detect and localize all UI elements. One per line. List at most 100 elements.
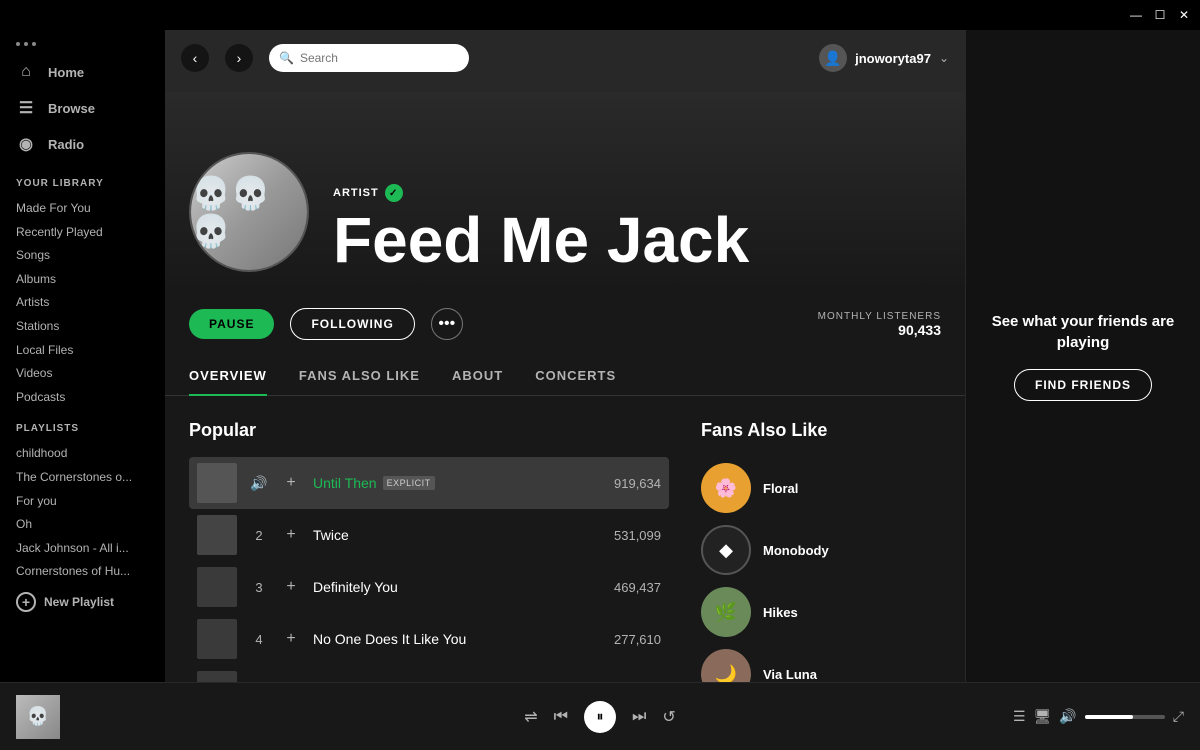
sidebar-item-albums[interactable]: Albums	[0, 266, 165, 290]
track-4-thumb	[197, 619, 237, 659]
next-button[interactable]: ⏭	[632, 708, 646, 726]
pause-button[interactable]: PAUSE	[189, 309, 274, 339]
new-playlist-button[interactable]: + New Playlist	[0, 582, 165, 622]
center-panel: ‹ › 🔍 👤 jnoworyta97 ⌄ 💀💀💀	[165, 30, 965, 682]
sidebar-item-recently-played[interactable]: Recently Played	[0, 219, 165, 243]
tab-fans-also-like[interactable]: FANS ALSO LIKE	[299, 356, 420, 395]
title-bar-controls[interactable]: — ☐ ✕	[1128, 7, 1192, 23]
expand-icon[interactable]: ⤢	[1173, 708, 1184, 725]
sidebar-item-made-for-you[interactable]: Made For You	[0, 195, 165, 219]
sidebar-item-radio[interactable]: ◉ Radio	[8, 126, 157, 162]
volume-bar[interactable]	[1085, 715, 1165, 719]
close-button[interactable]: ✕	[1176, 7, 1192, 23]
track-row[interactable]: 🔊 + Until Then EXPLICIT 919,634	[189, 457, 669, 509]
sidebar-playlist-jack-johnson[interactable]: Jack Johnson - All i...	[0, 535, 165, 559]
artist-label-text: ARTIST	[333, 187, 379, 199]
track-1-name-wrapper: Until Then EXPLICIT	[313, 475, 435, 491]
play-pause-button[interactable]: ⏸	[584, 701, 616, 733]
maximize-button[interactable]: ☐	[1152, 7, 1168, 23]
sidebar-playlist-for-you[interactable]: For you	[0, 488, 165, 512]
now-playing-center: ⇌ ⏮ ⏸ ⏭ ↺	[276, 701, 924, 733]
search-input[interactable]	[300, 51, 459, 65]
following-button[interactable]: FOLLOWING	[290, 308, 414, 340]
sidebar-item-local-files[interactable]: Local Files	[0, 337, 165, 361]
tab-about[interactable]: ABOUT	[452, 356, 503, 395]
fan-item-monobody[interactable]: ◆ Monobody	[701, 519, 941, 581]
track-1-num: 🔊	[249, 475, 269, 492]
dot2	[24, 42, 28, 46]
verified-mark: ✓	[389, 188, 398, 199]
track-2-thumb	[197, 515, 237, 555]
queue-icon[interactable]: ☰	[1013, 708, 1026, 725]
fan-item-hikes[interactable]: 🌿 Hikes	[701, 581, 941, 643]
repeat-button[interactable]: ↺	[662, 707, 675, 727]
now-playing-bar: 💀 ⇌ ⏮ ⏸ ⏭ ↺ ☰ 🖥 🔊 ⤢	[0, 682, 1200, 750]
back-button[interactable]: ‹	[181, 44, 209, 72]
main-area: ‹ › 🔍 👤 jnoworyta97 ⌄ 💀💀💀	[165, 30, 1200, 682]
track-2-add-button[interactable]: +	[281, 525, 301, 545]
previous-button[interactable]: ⏮	[554, 708, 568, 726]
artist-art: 💀💀💀	[191, 154, 307, 270]
shuffle-button[interactable]: ⇌	[524, 707, 537, 727]
user-area[interactable]: 👤 jnoworyta97 ⌄	[819, 44, 949, 72]
sidebar-item-videos[interactable]: Videos	[0, 360, 165, 384]
track-row[interactable]: 5 + Rosies 325,630	[189, 665, 669, 682]
sidebar-playlist-cornerstones[interactable]: The Cornerstones o...	[0, 464, 165, 488]
monitor-icon[interactable]: 🖥	[1034, 708, 1052, 725]
speaker-icon: 🔊	[250, 475, 267, 491]
sidebar-item-podcasts[interactable]: Podcasts	[0, 384, 165, 408]
sidebar-item-home[interactable]: ⌂ Home	[8, 54, 157, 90]
app-menu-dots[interactable]	[0, 30, 165, 54]
right-panel: See what your friends are playing FIND F…	[965, 30, 1200, 682]
volume-icon: 🔊	[1059, 708, 1076, 725]
title-bar: — ☐ ✕	[0, 0, 1200, 30]
chevron-down-icon: ⌄	[939, 51, 949, 65]
top-nav: ‹ › 🔍 👤 jnoworyta97 ⌄	[165, 30, 965, 86]
track-4-num: 4	[249, 632, 269, 647]
track-4-add-button[interactable]: +	[281, 629, 301, 649]
sidebar-playlist-cornerstones-hu[interactable]: Cornerstones of Hu...	[0, 558, 165, 582]
sidebar-playlist-childhood[interactable]: childhood	[0, 440, 165, 464]
dot3	[32, 42, 36, 46]
track-1-plays: 919,634	[614, 476, 661, 491]
tab-concerts[interactable]: CONCERTS	[535, 356, 616, 395]
browse-icon: ☰	[16, 98, 36, 118]
more-options-button[interactable]: •••	[431, 308, 463, 340]
sidebar-item-browse[interactable]: ☰ Browse	[8, 90, 157, 126]
sidebar-item-home-label: Home	[48, 65, 84, 80]
fan-item-floral[interactable]: 🌸 Floral	[701, 457, 941, 519]
track-3-add-button[interactable]: +	[281, 577, 301, 597]
forward-button[interactable]: ›	[225, 44, 253, 72]
sidebar-item-artists[interactable]: Artists	[0, 289, 165, 313]
track-row[interactable]: 2 + Twice 531,099	[189, 509, 669, 561]
sidebar-item-stations[interactable]: Stations	[0, 313, 165, 337]
track-row[interactable]: 4 + No One Does It Like You 277,610	[189, 613, 669, 665]
track-1-add-button[interactable]: +	[281, 473, 301, 493]
sidebar-item-radio-label: Radio	[48, 137, 84, 152]
sidebar: ⌂ Home ☰ Browse ◉ Radio YOUR LIBRARY Mad…	[0, 30, 165, 682]
fan-name-via-luna: Via Luna	[763, 667, 817, 682]
artist-header: 💀💀💀 ARTIST ✓ Feed Me Jack	[165, 92, 965, 292]
artist-avatar: 💀💀💀	[189, 152, 309, 272]
monthly-listeners-label: MONTHLY LISTENERS	[818, 311, 941, 322]
popular-title: Popular	[189, 420, 669, 441]
fan-item-via-luna[interactable]: 🌙 Via Luna	[701, 643, 941, 682]
track-5-add-button[interactable]: +	[281, 681, 301, 682]
sidebar-item-songs[interactable]: Songs	[0, 242, 165, 266]
track-row[interactable]: 3 + Definitely You 469,437	[189, 561, 669, 613]
find-friends-button[interactable]: FIND FRIENDS	[1014, 369, 1152, 401]
track-4-plays: 277,610	[614, 632, 661, 647]
artist-info: ARTIST ✓ Feed Me Jack	[333, 184, 941, 272]
now-playing-right: ☰ 🖥 🔊 ⤢	[924, 708, 1184, 725]
track-3-name: Definitely You	[313, 579, 602, 595]
monthly-listeners-count: 90,433	[818, 322, 941, 338]
search-bar[interactable]: 🔍	[269, 44, 469, 72]
fan-avatar-via-luna: 🌙	[701, 649, 751, 682]
minimize-button[interactable]: —	[1128, 7, 1144, 23]
tab-overview[interactable]: OVERVIEW	[189, 356, 267, 395]
artist-name: Feed Me Jack	[333, 208, 941, 272]
track-2-name: Twice	[313, 527, 602, 543]
dot1	[16, 42, 20, 46]
player-controls: ⇌ ⏮ ⏸ ⏭ ↺	[524, 701, 676, 733]
sidebar-playlist-oh[interactable]: Oh	[0, 511, 165, 535]
